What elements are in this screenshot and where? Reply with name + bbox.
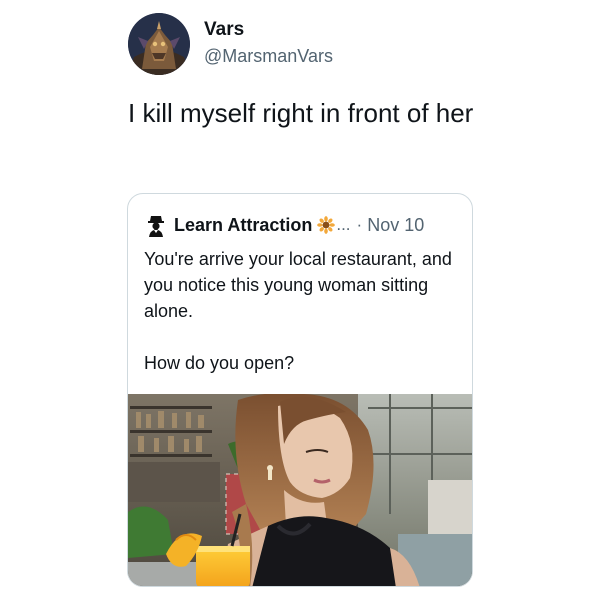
tweet: Vars @MarsmanVars I kill myself right in… [0, 0, 599, 599]
meta-separator: · [356, 215, 363, 234]
author-handle[interactable]: @MarsmanVars [204, 44, 333, 68]
woman-sitting-in-restaurant-photo-icon [128, 394, 472, 586]
quoted-author-name[interactable]: Learn Attraction [174, 215, 312, 236]
quoted-tweet-paragraph: You're arrive your local restaurant, and… [144, 249, 452, 321]
quoted-tweet-text: You're arrive your local restaurant, and… [144, 246, 464, 376]
tweet-text: I kill myself right in front of her [128, 98, 474, 128]
author-avatar[interactable] [128, 13, 190, 75]
quoted-tweet-paragraph: How do you open? [144, 353, 295, 373]
name-truncation: ... [336, 215, 351, 234]
gentleman-avatar-icon[interactable] [144, 213, 168, 237]
sunflower-badge-icon [317, 216, 336, 234]
armored-figure-avatar-icon [128, 13, 190, 75]
quoted-tweet-header: Learn Attraction ... · Nov 10 [144, 212, 424, 238]
author-name[interactable]: Vars [204, 18, 244, 42]
quoted-tweet-date[interactable]: Nov 10 [367, 215, 424, 236]
quoted-tweet-photo[interactable] [128, 394, 472, 586]
quoted-tweet-card[interactable]: Learn Attraction ... · Nov 10 You're arr… [127, 193, 473, 587]
